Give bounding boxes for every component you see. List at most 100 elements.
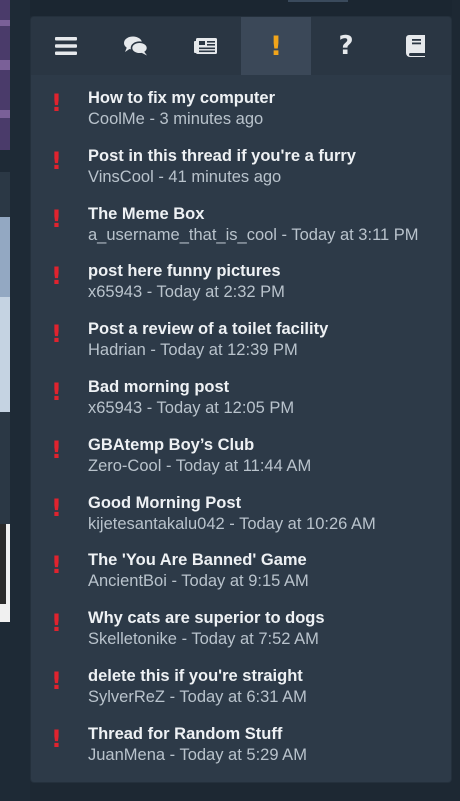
- thread-title-link[interactable]: Post in this thread if you're a furry: [88, 146, 356, 166]
- thread-time: Today at 3:11 PM: [291, 225, 419, 244]
- thread-list-item[interactable]: ! The 'You Are Banned' Game AncientBoi - T…: [31, 550, 451, 608]
- thread-title-link[interactable]: delete this if you're straight: [88, 666, 307, 686]
- background-thumbnail: [0, 217, 10, 412]
- exclamation-icon: !: [51, 551, 62, 580]
- meta-separator: -: [176, 630, 192, 649]
- meta-separator: -: [224, 514, 240, 533]
- exclamation-icon: !: [51, 435, 62, 464]
- alerts-thread-list: ! How to fix my computer CoolMe - 3 minute…: [31, 75, 451, 782]
- help-icon: ?: [338, 31, 354, 61]
- news-icon: [194, 38, 217, 54]
- thread-title-link[interactable]: Post a review of a toilet facility: [88, 319, 328, 339]
- thread-author[interactable]: a_username_that_is_cool: [88, 226, 277, 244]
- thread-time: 3 minutes ago: [159, 110, 264, 128]
- thread-text: The Meme Box a_username_that_is_cool - To…: [88, 204, 419, 262]
- alert-marker: !: [31, 377, 88, 435]
- meta-separator: -: [165, 745, 180, 764]
- thread-list-item[interactable]: ! delete this if you're straight SylverReZ…: [31, 666, 451, 724]
- thread-list-item[interactable]: ! post here funny pictures x65943 - Today …: [31, 261, 451, 319]
- thread-text: post here funny pictures x65943 - Today a…: [88, 261, 285, 319]
- thread-list-item[interactable]: ! Good Morning Post kijetesantakalu042 - T…: [31, 493, 451, 551]
- thread-title-link[interactable]: The Meme Box: [88, 204, 419, 224]
- thread-author[interactable]: x65943: [88, 399, 142, 417]
- thread-meta: CoolMe - 3 minutes ago: [88, 108, 275, 130]
- thread-title-link[interactable]: Why cats are superior to dogs: [88, 608, 325, 628]
- thread-time: 41 minutes ago: [168, 167, 282, 186]
- thread-time: Today at 9:15 AM: [181, 572, 309, 591]
- thread-title-link[interactable]: The 'You Are Banned' Game: [88, 550, 309, 570]
- thread-list-item[interactable]: ! The Meme Box a_username_that_is_cool - T…: [31, 204, 451, 262]
- thread-title-link[interactable]: Good Morning Post: [88, 493, 376, 513]
- exclamation-icon: !: [51, 493, 62, 522]
- thread-time: Today at 2:32 PM: [156, 283, 285, 302]
- thread-list-item[interactable]: ! How to fix my computer CoolMe - 3 minute…: [31, 88, 451, 146]
- thread-text: GBAtemp Boy’s Club Zero-Cool - Today at 1…: [88, 435, 311, 493]
- exclamation-icon: !: [51, 262, 62, 291]
- thread-author[interactable]: kijetesantakalu042: [88, 515, 225, 533]
- alert-marker: !: [31, 724, 88, 782]
- exclamation-icon: !: [51, 320, 62, 349]
- thread-text: Why cats are superior to dogs Skelletonik…: [88, 608, 325, 666]
- background-panel: [0, 172, 10, 217]
- background-thumbnail: [0, 524, 10, 622]
- thread-meta: SylverReZ - Today at 6:31 AM: [88, 686, 307, 708]
- thread-title-link[interactable]: Bad morning post: [88, 377, 294, 397]
- meta-separator: -: [144, 110, 160, 128]
- alert-marker: !: [31, 550, 88, 608]
- thread-author[interactable]: x65943: [88, 283, 142, 301]
- meta-separator: -: [142, 283, 157, 302]
- thread-text: Thread for Random Stuff JuanMena - Today …: [88, 724, 307, 782]
- meta-separator: -: [153, 167, 169, 186]
- tab-book[interactable]: [381, 17, 451, 75]
- thread-list-item[interactable]: ! Post in this thread if you're a furry Vi…: [31, 146, 451, 204]
- thread-author[interactable]: CoolMe: [88, 110, 145, 128]
- thread-author[interactable]: Zero-Cool: [88, 457, 161, 475]
- tab-conversations[interactable]: [101, 17, 171, 75]
- exclamation-icon: !: [51, 89, 62, 117]
- meta-separator: -: [142, 398, 157, 417]
- thread-title-link[interactable]: How to fix my computer: [88, 88, 275, 108]
- thread-meta: Skelletonike - Today at 7:52 AM: [88, 628, 325, 650]
- thread-title-link[interactable]: GBAtemp Boy’s Club: [88, 435, 311, 455]
- book-icon: [406, 35, 425, 57]
- thread-author[interactable]: Hadrian: [88, 341, 146, 359]
- thread-list-item[interactable]: ! Thread for Random Stuff JuanMena - Today…: [31, 724, 451, 782]
- thread-time: Today at 10:26 AM: [239, 514, 376, 533]
- thread-author[interactable]: JuanMena: [88, 746, 165, 764]
- top-strip: [30, 0, 452, 16]
- alert-marker: !: [31, 146, 88, 204]
- thread-author[interactable]: Skelletonike: [88, 630, 177, 648]
- background-thumbnail: [0, 0, 10, 150]
- meta-separator: -: [145, 341, 161, 360]
- tab-menu[interactable]: [31, 17, 101, 75]
- exclamation-icon: !: [51, 666, 62, 695]
- exclamation-icon: !: [51, 146, 62, 175]
- meta-separator: -: [276, 225, 292, 244]
- thread-title-link[interactable]: post here funny pictures: [88, 261, 285, 281]
- thread-author[interactable]: SylverReZ: [88, 688, 165, 706]
- thread-list-item[interactable]: ! GBAtemp Boy’s Club Zero-Cool - Today at …: [31, 435, 451, 493]
- meta-separator: -: [165, 687, 180, 706]
- thread-text: Post a review of a toilet facility Hadria…: [88, 319, 328, 377]
- thread-text: Post in this thread if you're a furry Vin…: [88, 146, 356, 204]
- meta-separator: -: [166, 572, 182, 591]
- thread-meta: JuanMena - Today at 5:29 AM: [88, 744, 307, 766]
- exclamation-icon: !: [51, 724, 62, 753]
- thread-list-item[interactable]: ! Bad morning post x65943 - Today at 12:05…: [31, 377, 451, 435]
- tab-news-feed[interactable]: [171, 17, 241, 75]
- widget-tabs: ! ?: [31, 17, 451, 75]
- exclamation-icon: !: [51, 609, 62, 638]
- thread-title-link[interactable]: Thread for Random Stuff: [88, 724, 307, 744]
- tab-alerts[interactable]: !: [241, 17, 311, 75]
- thread-text: Bad morning post x65943 - Today at 12:05 …: [88, 377, 294, 435]
- thread-list-item[interactable]: ! Post a review of a toilet facility Hadri…: [31, 319, 451, 377]
- thread-list-item[interactable]: ! Why cats are superior to dogs Skelletoni…: [31, 608, 451, 666]
- thread-meta: Hadrian - Today at 12:39 PM: [88, 339, 328, 361]
- alert-marker: !: [31, 666, 88, 724]
- thread-text: Good Morning Post kijetesantakalu042 - To…: [88, 493, 376, 551]
- thread-author[interactable]: VinsCool: [88, 168, 154, 186]
- thread-author[interactable]: AncientBoi: [88, 572, 167, 590]
- tab-help[interactable]: ?: [311, 17, 381, 75]
- thread-text: The 'You Are Banned' Game AncientBoi - To…: [88, 550, 309, 608]
- thread-time: Today at 12:05 PM: [156, 398, 295, 417]
